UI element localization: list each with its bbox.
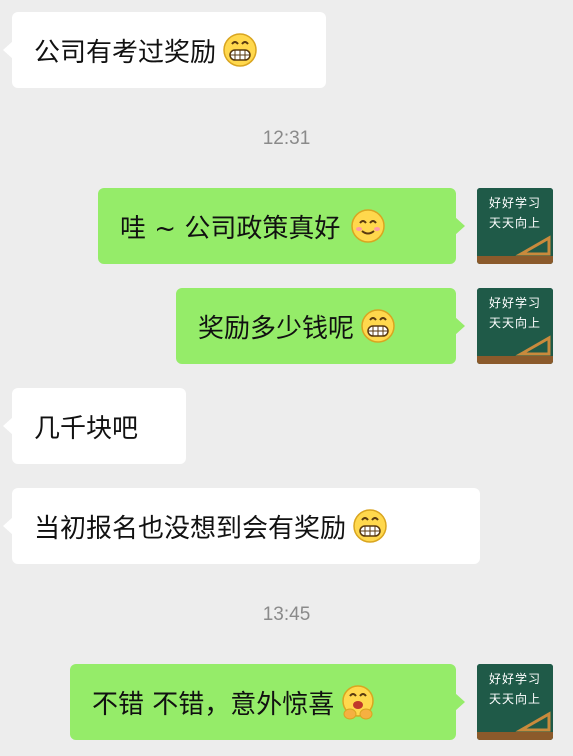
outgoing-message-bubble[interactable]: 不错 不错，意外惊喜 xyxy=(70,664,465,740)
avatar-caption-line1: 好好学习 xyxy=(488,672,541,686)
outgoing-message-bubble[interactable]: 奖励多少钱呢 xyxy=(176,288,465,364)
smiling-face-icon xyxy=(350,208,386,244)
chat-area[interactable]: 公司有考过奖励 12:31 哇 ~ 公司政策真好 好好学习 天天向上 奖励多少钱… xyxy=(0,0,573,756)
message-text: 公司有考过奖励 xyxy=(34,37,217,68)
avatar-caption-line1: 好好学习 xyxy=(488,296,541,310)
message-text: 哇 ~ 公司政策真好 xyxy=(120,213,341,244)
grinning-face-icon xyxy=(222,32,258,68)
user-avatar[interactable]: 好好学习 天天向上 xyxy=(477,188,553,264)
incoming-message-bubble[interactable]: 当初报名也没想到会有奖励 xyxy=(3,488,480,564)
message-text: 奖励多少钱呢 xyxy=(198,313,355,344)
avatar-caption-line2: 天天向上 xyxy=(488,216,541,230)
grinning-face-icon xyxy=(352,508,388,544)
avatar-caption-line1: 好好学习 xyxy=(488,196,541,210)
avatar-caption-line2: 天天向上 xyxy=(488,316,541,330)
user-avatar[interactable]: 好好学习 天天向上 xyxy=(477,288,553,364)
cheering-face-icon xyxy=(340,684,376,720)
user-avatar[interactable]: 好好学习 天天向上 xyxy=(477,664,553,740)
message-text: 几千块吧 xyxy=(34,413,139,444)
outgoing-message-bubble[interactable]: 哇 ~ 公司政策真好 xyxy=(98,188,465,264)
incoming-message-bubble[interactable]: 几千块吧 xyxy=(3,388,186,464)
avatar-caption-line2: 天天向上 xyxy=(488,692,541,706)
grinning-face-icon xyxy=(360,308,396,344)
incoming-message-bubble[interactable]: 公司有考过奖励 xyxy=(3,12,326,88)
message-text: 当初报名也没想到会有奖励 xyxy=(34,513,347,544)
timestamp: 13:45 xyxy=(262,604,311,625)
timestamp: 12:31 xyxy=(262,128,311,149)
message-text: 不错 不错，意外惊喜 xyxy=(92,689,335,720)
